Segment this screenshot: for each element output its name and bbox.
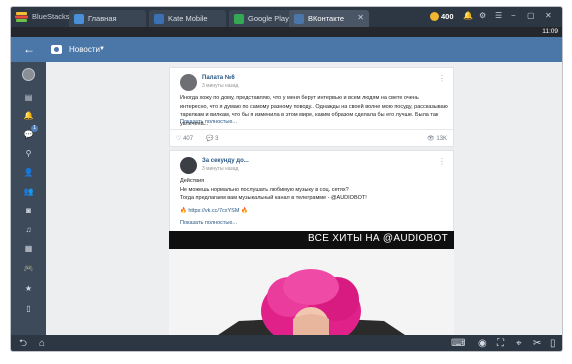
app-name: BlueStacks: [32, 12, 70, 21]
sidebar-item-documents[interactable]: ▯: [11, 300, 46, 318]
groups-icon: 👥: [23, 187, 34, 196]
feed-post: Палата №6 3 минуты назад ⋮ Иногда хожу п…: [169, 67, 454, 147]
post-link[interactable]: 🔥 https://vk.cc/7cxYSM 🔥: [180, 208, 248, 214]
back-icon[interactable]: ⮌: [19, 337, 27, 350]
post-line: Тогда предлагаем вам музыкальный канал в…: [180, 195, 367, 201]
keyboard-icon[interactable]: ⌨: [451, 337, 465, 350]
status-clock: 11:09: [542, 28, 558, 35]
heart-icon: ♡: [176, 136, 182, 142]
author-avatar[interactable]: [180, 157, 197, 174]
comments-count: 3: [215, 136, 219, 142]
author-avatar[interactable]: [180, 74, 197, 91]
tab-home[interactable]: Главная: [69, 10, 146, 27]
more-vertical-icon[interactable]: ⋮: [438, 74, 446, 83]
profile-avatar-icon: [22, 68, 35, 81]
arrow-left-icon[interactable]: ←: [23, 42, 35, 56]
post-author[interactable]: За секунду до...: [202, 158, 249, 164]
scissors-icon[interactable]: ✂: [533, 337, 541, 350]
settings-icon[interactable]: ⚙: [479, 11, 486, 21]
sidebar-item-groups[interactable]: 👥: [11, 183, 46, 201]
post-time: 3 минуты назад: [202, 83, 239, 89]
sidebar-item-games[interactable]: 🎮: [11, 260, 46, 278]
sidebar-item-videos[interactable]: ▦: [11, 240, 46, 258]
show-more-link[interactable]: Показать полностью...: [180, 220, 237, 226]
games-icon: 🎮: [23, 264, 34, 273]
coins-count: 400: [441, 12, 454, 21]
divider: [170, 129, 453, 130]
android-status-bar: 11:09: [11, 27, 562, 37]
notifications-icon[interactable]: 🔔: [463, 11, 473, 21]
tab-label: Google Play: [248, 14, 289, 23]
tab-label: ВКонтакте: [308, 14, 345, 23]
bluestacks-tab-bar: BlueStacks Главная Kate Mobile Google Pl…: [11, 7, 562, 27]
eye-icon[interactable]: ◉: [478, 337, 487, 350]
chevron-down-icon[interactable]: ▼: [99, 46, 105, 52]
post-author[interactable]: Палата №6: [202, 75, 235, 81]
kate-mobile-icon: [154, 14, 164, 24]
bluestacks-logo-icon: [15, 12, 28, 22]
vk-sidebar: ▤ 🔔 💬 1 ⚲ 👤 👥 ◙ ♫ ▦ 🎮 ★ ▯: [11, 62, 46, 335]
more-vertical-icon[interactable]: ⋮: [438, 157, 446, 166]
music-icon: ♫: [25, 225, 32, 234]
home-icon[interactable]: ⌂: [39, 337, 45, 350]
minimize-icon[interactable]: −: [511, 11, 516, 21]
sidebar-item-music[interactable]: ♫: [11, 221, 46, 239]
friends-icon: 👤: [23, 168, 34, 177]
section-title[interactable]: Новости: [69, 45, 100, 54]
messages-badge: 1: [31, 125, 38, 132]
sidebar-item-profile[interactable]: [11, 62, 46, 86]
sidebar-item-search[interactable]: ⚲: [11, 145, 46, 163]
post-line: Действия: [180, 178, 205, 184]
location-icon[interactable]: ⌖: [516, 337, 522, 350]
video-frame: [169, 249, 454, 341]
feed-post: За секунду до... 3 минуты назад ⋮ Действ…: [169, 150, 454, 341]
video-thumbnail-image: [209, 269, 414, 341]
news-icon: ▤: [24, 93, 33, 102]
sidebar-item-notifications[interactable]: 🔔: [11, 107, 46, 125]
phone-icon[interactable]: ▯: [550, 337, 556, 350]
sidebar-item-friends[interactable]: 👤: [11, 164, 46, 182]
tab-label: Главная: [88, 14, 117, 23]
sidebar-item-messages[interactable]: 💬 1: [11, 125, 46, 144]
post-line: Не можешь нормально послушать любимую му…: [180, 186, 349, 193]
sidebar-item-photos[interactable]: ◙: [11, 202, 46, 220]
bluestacks-window: BlueStacks Главная Kate Mobile Google Pl…: [10, 6, 563, 352]
video-title: ВСЕ ХИТЫ НА @AUDIOBOT: [308, 233, 448, 244]
video-preview[interactable]: ВСЕ ХИТЫ НА @AUDIOBOT: [169, 231, 454, 341]
android-nav-bar: ⮌ ⌂ ⌨ ◉ ⛶ ⌖ ✂ ▯: [11, 335, 562, 351]
camera-icon[interactable]: [51, 45, 62, 54]
news-feed[interactable]: Палата №6 3 минуты назад ⋮ Иногда хожу п…: [46, 62, 562, 341]
menu-icon[interactable]: ☰: [495, 11, 502, 21]
coin-icon: [430, 12, 439, 21]
tab-label: Kate Mobile: [168, 14, 208, 23]
views-count: 13K: [436, 136, 447, 142]
likes-count: 407: [183, 136, 194, 142]
maximize-icon[interactable]: ▢: [527, 11, 535, 21]
post-text: Действия Не можешь нормально послушать л…: [180, 177, 448, 203]
tab-kate-mobile[interactable]: Kate Mobile: [149, 10, 226, 27]
favorites-icon: ★: [24, 284, 33, 293]
post-time: 3 минуты назад: [202, 166, 239, 172]
comment-button[interactable]: 💬 3: [206, 135, 219, 142]
documents-icon: ▯: [26, 304, 31, 313]
like-button[interactable]: ♡ 407: [176, 135, 193, 142]
close-window-icon[interactable]: ✕: [545, 11, 552, 21]
eye-icon: 👁: [427, 136, 435, 142]
views-counter: 👁 13K: [427, 135, 447, 142]
vk-toolbar: ← Новости ▼: [11, 37, 562, 62]
search-icon: ⚲: [25, 149, 32, 158]
show-more-link[interactable]: Показать полностью...: [180, 119, 237, 125]
tab-vkontakte[interactable]: ВКонтакте ✕: [289, 10, 369, 27]
notifications-icon: 🔔: [23, 111, 34, 120]
vk-icon: [294, 14, 304, 24]
google-play-icon: [234, 14, 244, 24]
home-icon: [74, 14, 84, 24]
sidebar-item-favorites[interactable]: ★: [11, 280, 46, 298]
videos-icon: ▦: [24, 244, 33, 253]
photos-icon: ◙: [26, 206, 31, 215]
comment-icon: 💬: [206, 136, 214, 142]
close-icon[interactable]: ✕: [357, 13, 364, 22]
sidebar-item-news[interactable]: ▤: [11, 89, 46, 107]
fullscreen-icon[interactable]: ⛶: [497, 337, 504, 350]
